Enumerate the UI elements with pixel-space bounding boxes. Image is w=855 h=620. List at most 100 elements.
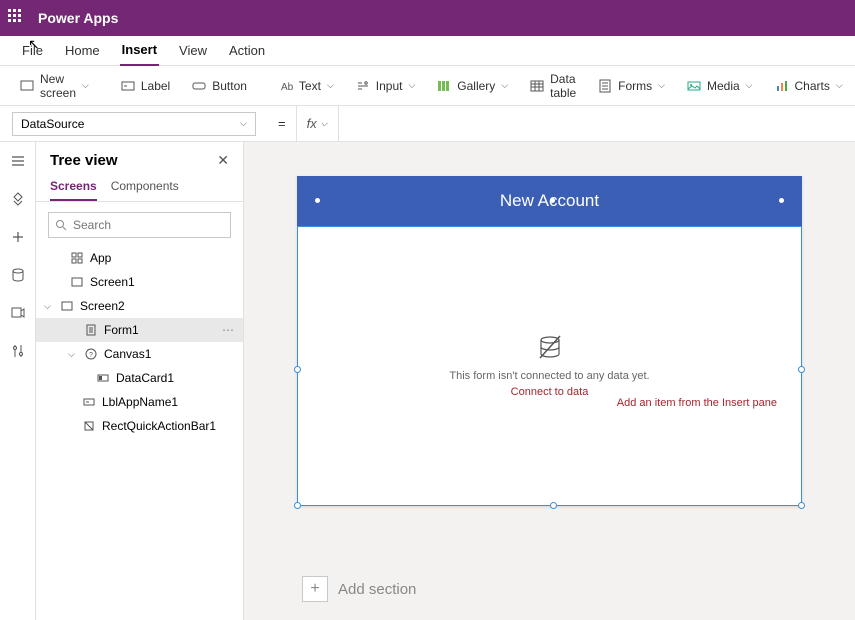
ribbon-new-screen-label: New screen — [40, 72, 76, 100]
caret-down-icon: ⌵ — [68, 349, 78, 360]
ribbon-charts[interactable]: Charts ⌵ — [767, 75, 851, 97]
canvas-area[interactable]: New Account This form isn't connected to… — [244, 142, 855, 620]
tab-screens[interactable]: Screens — [50, 179, 97, 201]
ribbon-charts-label: Charts — [795, 79, 830, 93]
ribbon-media-label: Media — [707, 79, 740, 93]
media-icon — [687, 79, 701, 93]
selection-handle[interactable] — [294, 502, 301, 509]
ribbon-text[interactable]: Ab Text ⌵ — [271, 75, 342, 97]
waffle-icon[interactable] — [8, 9, 26, 27]
ribbon-media[interactable]: Media ⌵ — [679, 75, 761, 97]
tab-components[interactable]: Components — [111, 179, 179, 201]
tree-label: DataCard1 — [116, 371, 174, 385]
tree-item-form1[interactable]: Form1 ⋯ — [36, 318, 243, 342]
menu-view[interactable]: View — [177, 36, 209, 66]
fx-button[interactable]: fx ⌵ — [296, 106, 339, 141]
ribbon-forms[interactable]: Forms ⌵ — [590, 75, 673, 97]
chevron-down-icon: ⌵ — [240, 118, 247, 129]
tree-list: App Screen1 ⌵ Screen2 Form1 ⋯ ⌵ ? C — [36, 246, 243, 620]
rail-media-icon[interactable] — [9, 304, 27, 322]
tree-item-canvas1[interactable]: ⌵ ? Canvas1 — [36, 342, 243, 366]
add-section-button[interactable]: + Add section — [302, 576, 416, 602]
left-rail — [0, 142, 36, 620]
tree-label: App — [90, 251, 111, 265]
selection-handle[interactable] — [798, 366, 805, 373]
ribbon-new-screen[interactable]: New screen ⌵ — [12, 68, 97, 104]
chevron-down-icon: ⌵ — [658, 80, 665, 91]
chevron-down-icon: ⌵ — [746, 80, 753, 91]
fx-label: fx — [307, 116, 317, 131]
svg-text:Ab: Ab — [281, 82, 293, 93]
svg-text:?: ? — [89, 352, 93, 359]
ribbon-label[interactable]: Label — [113, 75, 178, 97]
tree-title: Tree view — [50, 152, 118, 169]
ribbon-button[interactable]: Button — [184, 75, 255, 97]
ribbon-label-label: Label — [141, 79, 170, 93]
ribbon-datatable[interactable]: Data table — [522, 68, 584, 104]
caret-down-icon: ⌵ — [44, 301, 54, 312]
chevron-down-icon: ⌵ — [321, 118, 328, 129]
property-name: DataSource — [21, 117, 84, 131]
rail-hamburger-icon[interactable] — [9, 152, 27, 170]
ribbon: New screen ⌵ Label Button Ab Text ⌵ Inpu… — [0, 66, 855, 106]
card-header[interactable]: New Account — [297, 176, 802, 226]
tree-item-screen2[interactable]: ⌵ Screen2 — [36, 294, 243, 318]
ribbon-forms-label: Forms — [618, 79, 652, 93]
label-icon — [82, 395, 96, 409]
screen-icon — [20, 79, 34, 93]
add-item-insert-link[interactable]: Add an item from the Insert pane — [617, 397, 777, 409]
selection-handle[interactable] — [315, 198, 320, 203]
ribbon-gallery[interactable]: Gallery ⌵ — [429, 75, 516, 97]
property-selector[interactable]: DataSource ⌵ — [12, 112, 256, 136]
menu-home[interactable]: Home — [63, 36, 102, 66]
selection-handle[interactable] — [294, 366, 301, 373]
tree-item-screen1[interactable]: Screen1 — [36, 270, 243, 294]
form-card[interactable]: New Account This form isn't connected to… — [297, 176, 802, 506]
rail-tree-icon[interactable] — [9, 190, 27, 208]
connect-to-data-link[interactable]: Connect to data — [511, 386, 589, 398]
menu-insert[interactable]: Insert — [120, 36, 159, 66]
tree-label: Screen1 — [90, 275, 135, 289]
tree-item-app[interactable]: App — [36, 246, 243, 270]
titlebar: Power Apps — [0, 0, 855, 36]
rail-plus-icon[interactable] — [9, 228, 27, 246]
ribbon-datatable-label: Data table — [550, 72, 576, 100]
tree-search-input[interactable] — [73, 218, 228, 232]
ribbon-gallery-label: Gallery — [457, 79, 495, 93]
ribbon-input-label: Input — [376, 79, 403, 93]
rail-data-icon[interactable] — [9, 266, 27, 284]
selection-handle[interactable] — [798, 502, 805, 509]
canvas-icon: ? — [84, 347, 98, 361]
selection-handle[interactable] — [550, 502, 557, 509]
tree-label: Form1 — [104, 323, 139, 337]
more-icon[interactable]: ⋯ — [222, 323, 235, 337]
ribbon-input[interactable]: Input ⌵ — [348, 75, 424, 97]
selection-handle[interactable] — [779, 198, 784, 203]
tree-item-datacard1[interactable]: DataCard1 — [36, 366, 243, 390]
datacard-icon — [96, 371, 110, 385]
database-icon — [536, 334, 564, 362]
tree-item-rectquick[interactable]: RectQuickActionBar1 — [36, 414, 243, 438]
rail-advanced-icon[interactable] — [9, 342, 27, 360]
forms-icon — [598, 79, 612, 93]
selection-handle[interactable] — [550, 198, 555, 203]
button-icon — [192, 79, 206, 93]
chevron-down-icon: ⌵ — [82, 80, 89, 91]
chevron-down-icon: ⌵ — [836, 80, 843, 91]
tree-item-lblappname[interactable]: LblAppName1 — [36, 390, 243, 414]
menu-action[interactable]: Action — [227, 36, 267, 66]
close-icon[interactable]: ✕ — [217, 152, 229, 169]
tree-search[interactable] — [48, 212, 231, 238]
chevron-down-icon: ⌵ — [408, 80, 415, 91]
form-icon — [84, 323, 98, 337]
screen-icon — [60, 299, 74, 313]
tree-panel: Tree view ✕ Screens Components App Scree… — [36, 142, 244, 620]
form-body[interactable]: This form isn't connected to any data ye… — [297, 226, 802, 506]
tree-label: RectQuickActionBar1 — [102, 419, 216, 433]
menu-file[interactable]: File — [20, 36, 45, 66]
tree-label: Canvas1 — [104, 347, 151, 361]
plus-icon: + — [302, 576, 328, 602]
chevron-down-icon: ⌵ — [501, 80, 508, 91]
screen-icon — [70, 275, 84, 289]
formula-input[interactable] — [339, 106, 855, 141]
